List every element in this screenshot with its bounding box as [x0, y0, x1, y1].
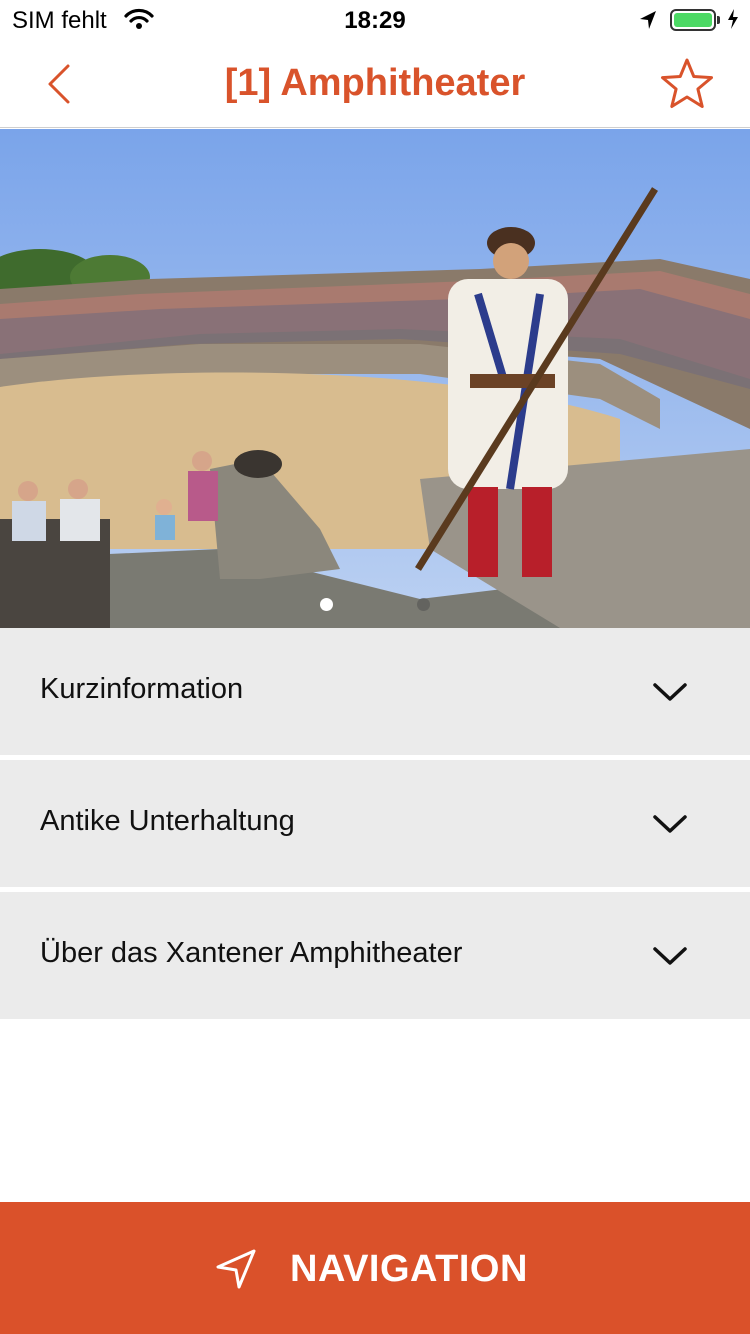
- chevron-down-icon: [653, 815, 687, 833]
- info-sections: Kurzinformation Antike Unterhaltung Über…: [0, 628, 750, 1024]
- section-label: Antike Unterhaltung: [40, 805, 295, 837]
- section-label: Über das Xantener Amphitheater: [40, 937, 463, 969]
- pager-dot-active[interactable]: [319, 598, 333, 611]
- status-bar: SIM fehlt 18:29: [0, 0, 750, 40]
- location-arrow-icon: [638, 9, 658, 38]
- back-button[interactable]: [40, 62, 84, 106]
- battery-icon: [670, 9, 716, 31]
- star-outline-icon: [661, 58, 713, 108]
- page-title: [1] Amphitheater: [224, 62, 526, 104]
- hero-image[interactable]: [0, 129, 750, 628]
- battery-cap: [717, 16, 720, 24]
- chevron-down-icon: [653, 683, 687, 701]
- charging-bolt-icon: [726, 8, 740, 37]
- image-pager[interactable]: [0, 598, 750, 616]
- navigation-bar: [1] Amphitheater: [0, 40, 750, 128]
- section-kurzinformation[interactable]: Kurzinformation: [0, 628, 750, 755]
- navigation-button-label: NAVIGATION: [290, 1248, 528, 1290]
- pager-dot[interactable]: [417, 598, 431, 611]
- navigation-arrow-icon: [216, 1249, 256, 1289]
- section-label: Kurzinformation: [40, 673, 244, 705]
- section-ueber-amphitheater[interactable]: Über das Xantener Amphitheater: [0, 892, 750, 1019]
- favorite-button[interactable]: [658, 56, 716, 114]
- navigation-button[interactable]: NAVIGATION: [0, 1202, 750, 1334]
- chevron-left-icon: [48, 64, 70, 104]
- section-antike-unterhaltung[interactable]: Antike Unterhaltung: [0, 760, 750, 887]
- chevron-down-icon: [653, 947, 687, 965]
